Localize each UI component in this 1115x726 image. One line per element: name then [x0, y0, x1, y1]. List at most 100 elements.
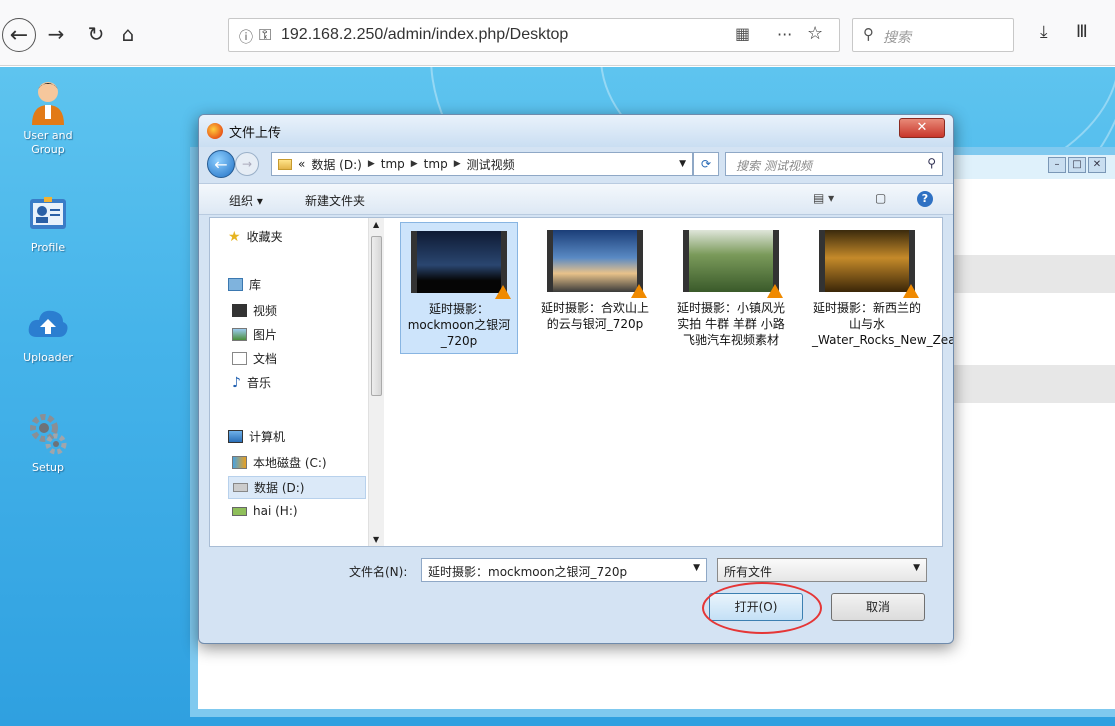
back-icon[interactable]: ← [2, 18, 36, 52]
search-input[interactable]: ⚲ 搜索 [852, 18, 1014, 52]
address-row: ← → « 数据 (D:) ▶ tmp ▶ tmp ▶ 测试视频 ▼ ⟳ 搜索 … [199, 147, 953, 181]
chevron-down-icon: ▼ [913, 563, 920, 573]
breadcrumb-item[interactable]: tmp [424, 157, 448, 171]
file-name: 延时摄影：mockmoon之银河_720p [407, 302, 511, 348]
close-icon[interactable]: ✕ [1088, 157, 1106, 173]
download-icon[interactable]: ⤓ [1040, 22, 1048, 42]
chevron-right-icon[interactable]: ▶ [411, 159, 418, 169]
breadcrumb-item[interactable]: 数据 (D:) [311, 156, 361, 173]
url-bar[interactable]: ⓘ ⚿ 192.168.2.250/admin/index.php/Deskto… [228, 18, 840, 52]
lock-icon: ⚿ [259, 25, 272, 44]
firefox-icon [207, 123, 223, 139]
open-button[interactable]: 打开(O) [709, 593, 803, 621]
file-type-select[interactable]: 所有文件 ▼ [717, 558, 927, 582]
nav-label: hai (H:) [253, 504, 298, 518]
refresh-icon[interactable]: ⟳ [693, 152, 719, 176]
navigation-pane: ★ 收藏夹 库 视频 图片 文档 ♪ 音乐 计算机 本地磁盘 (C:) 数据 (… [210, 218, 384, 546]
folder-search-placeholder: 搜索 测试视频 [736, 159, 812, 173]
cloud-upload-icon [25, 301, 71, 347]
organize-button[interactable]: 组织 ▾ [229, 192, 263, 209]
scrollbar-thumb[interactable] [371, 236, 382, 396]
nav-drive-h[interactable]: hai (H:) [232, 504, 298, 518]
chevron-right-icon[interactable]: ▶ [454, 159, 461, 169]
nav-label: 库 [249, 278, 262, 292]
nav-videos[interactable]: 视频 [232, 302, 277, 319]
file-item[interactable]: 延时摄影：mockmoon之银河_720p [400, 222, 518, 354]
nav-pictures[interactable]: 图片 [232, 326, 277, 343]
library-icon[interactable]: Ⅲ [1076, 22, 1088, 42]
new-folder-button[interactable]: 新建文件夹 [305, 192, 365, 209]
nav-label: 音乐 [246, 376, 271, 390]
nav-documents[interactable]: 文档 [232, 350, 277, 367]
info-icon[interactable]: ⓘ [239, 27, 253, 47]
nav-label: 本地磁盘 (C:) [253, 456, 327, 470]
file-item[interactable]: 延时摄影：新西兰的山与水_Water_Rocks_New_Zeala [808, 222, 954, 352]
video-icon [232, 304, 247, 317]
video-thumbnail [683, 230, 783, 298]
breadcrumb-item[interactable]: 测试视频 [467, 156, 515, 173]
library-icon [228, 278, 243, 291]
search-placeholder: 搜索 [883, 30, 911, 46]
desktop-icon-label: Setup [31, 461, 65, 474]
file-name: 延时摄影：新西兰的山与水_Water_Rocks_New_Zeala [812, 301, 954, 347]
url-text[interactable]: 192.168.2.250/admin/index.php/Desktop [281, 26, 568, 44]
folder-search-input[interactable]: 搜索 测试视频 ⚲ [725, 152, 943, 176]
more-actions-icon[interactable]: ··· [777, 25, 792, 44]
filename-input[interactable]: 延时摄影：mockmoon之银河_720p ▼ [421, 558, 707, 582]
desktop-icon-label: Profile [30, 241, 66, 254]
dialog-close-button[interactable]: ✕ [899, 118, 945, 138]
forward-icon[interactable]: → [42, 20, 70, 48]
view-options-icon[interactable]: ▤ ▾ [813, 191, 834, 205]
vlc-icon [767, 284, 783, 298]
desktop-icon-setup[interactable]: Setup [8, 411, 88, 475]
home-icon[interactable]: ⌂ [114, 20, 142, 48]
chevron-right-icon[interactable]: ▶ [368, 159, 375, 169]
help-icon[interactable]: ? [917, 191, 933, 207]
maximize-icon[interactable]: □ [1068, 157, 1086, 173]
desktop-icon-uploader[interactable]: Uploader [8, 301, 88, 365]
reload-icon[interactable]: ↻ [82, 20, 110, 48]
file-upload-dialog: 文件上传 ✕ ← → « 数据 (D:) ▶ tmp ▶ tmp ▶ 测试视频 … [198, 114, 954, 644]
nav-favorites[interactable]: ★ 收藏夹 [228, 228, 283, 245]
scroll-up-icon[interactable]: ▲ [373, 220, 379, 229]
desktop-icon-profile[interactable]: Profile [8, 191, 88, 255]
user-group-icon [25, 79, 71, 125]
breadcrumb-item[interactable]: tmp [381, 157, 405, 171]
bookmark-star-icon[interactable]: ☆ [807, 23, 823, 44]
nav-label: 计算机 [249, 430, 286, 444]
file-item[interactable]: 延时摄影：合欢山上的云与银河_720p [536, 222, 654, 336]
music-note-icon: ♪ [232, 374, 241, 391]
file-item[interactable]: 延时摄影：小镇风光实拍 牛群 羊群 小路飞驰汽车视频素材 [672, 222, 790, 352]
profile-card-icon [25, 191, 71, 237]
vlc-icon [903, 284, 919, 298]
nav-computer[interactable]: 计算机 [228, 428, 285, 445]
nav-libraries[interactable]: 库 [228, 276, 261, 293]
nav-music[interactable]: ♪ 音乐 [232, 374, 271, 391]
forward-icon[interactable]: → [235, 152, 259, 176]
chevron-down-icon[interactable]: ▼ [693, 563, 700, 573]
nav-drive-c[interactable]: 本地磁盘 (C:) [232, 454, 327, 471]
nav-label: 文档 [253, 352, 278, 366]
file-browser: ★ 收藏夹 库 视频 图片 文档 ♪ 音乐 计算机 本地磁盘 (C:) 数据 (… [209, 217, 954, 547]
breadcrumb-overflow[interactable]: « [298, 157, 305, 171]
nav-drive-d[interactable]: 数据 (D:) [228, 476, 366, 499]
dialog-title: 文件上传 [229, 126, 282, 141]
vlc-icon [631, 284, 647, 298]
desktop-icon-label: User and Group [23, 129, 73, 156]
minimize-icon[interactable]: – [1048, 157, 1066, 173]
cancel-button[interactable]: 取消 [831, 593, 925, 621]
nav-scrollbar[interactable]: ▲ ▼ [368, 218, 384, 546]
search-icon: ⚲ [927, 156, 936, 170]
breadcrumb[interactable]: « 数据 (D:) ▶ tmp ▶ tmp ▶ 测试视频 ▼ [271, 152, 693, 176]
computer-icon [228, 430, 243, 443]
chevron-down-icon[interactable]: ▼ [679, 159, 686, 169]
file-name: 延时摄影：小镇风光实拍 牛群 羊群 小路飞驰汽车视频素材 [676, 301, 785, 347]
qr-code-icon[interactable]: ▦ [735, 24, 750, 43]
nav-label: 数据 (D:) [254, 481, 305, 495]
back-icon[interactable]: ← [207, 150, 235, 178]
desktop-icon-user-group[interactable]: User and Group [8, 79, 88, 157]
file-type-value: 所有文件 [724, 565, 773, 579]
preview-pane-icon[interactable]: ▢ [875, 191, 886, 205]
url-host: 192.168.2.250 [281, 26, 384, 43]
scroll-down-icon[interactable]: ▼ [373, 535, 379, 544]
